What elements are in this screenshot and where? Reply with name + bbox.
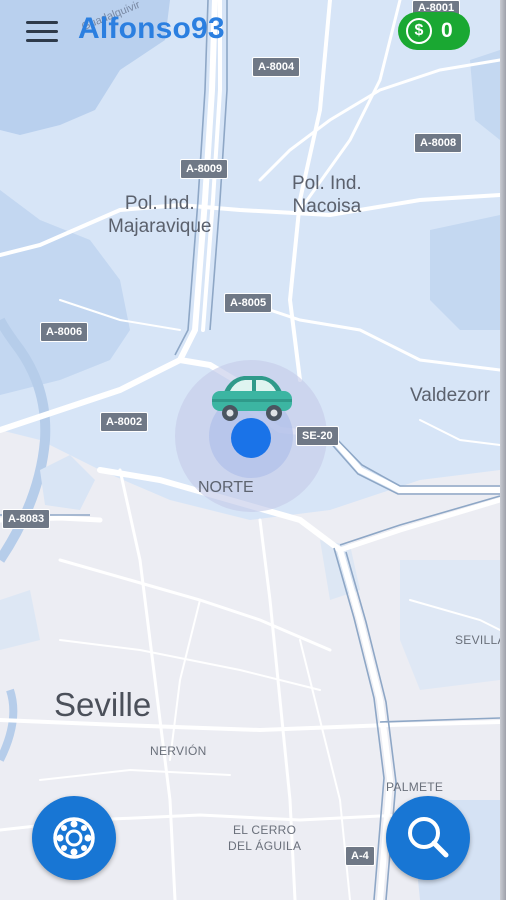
road-shield: A-8002 xyxy=(100,412,149,432)
steering-wheel-icon xyxy=(53,817,95,859)
area-label-valdezorras: Valdezorr xyxy=(410,385,490,406)
coin-balance-button[interactable]: $ 0 xyxy=(398,12,470,50)
road-shield: SE-20 xyxy=(296,426,339,446)
road-shield: A-8004 xyxy=(252,57,301,77)
search-icon xyxy=(408,817,449,858)
top-bar: Alfonso93 $ 0 xyxy=(0,0,500,60)
area-label-el-cerro: EL CERRO DEL ÁGUILA xyxy=(228,823,302,853)
area-label-nacoisa: Pol. Ind. Nacoisa xyxy=(292,173,362,217)
area-label-palmete: PALMETE xyxy=(386,780,444,794)
location-dot-icon xyxy=(231,418,271,458)
screen-edge-shadow xyxy=(500,0,506,900)
drive-fab-button[interactable] xyxy=(32,796,116,880)
road-shield: A-8005 xyxy=(224,293,273,313)
road-shield: A-4 xyxy=(345,846,375,866)
road-shield: A-8008 xyxy=(414,133,463,153)
road-shield: A-8083 xyxy=(2,509,51,529)
map-screen: Guadalquivir Pol. Ind. Majaravique Pol. … xyxy=(0,0,506,900)
city-label-seville: Seville xyxy=(54,686,152,723)
hamburger-menu-icon[interactable] xyxy=(26,18,60,46)
area-label-nervion: NERVIÓN xyxy=(150,744,207,758)
search-fab-button[interactable] xyxy=(386,796,470,880)
area-label-majaravique: Pol. Ind. Majaravique xyxy=(108,193,212,237)
coin-icon: $ xyxy=(406,18,432,44)
area-label-norte: NORTE xyxy=(198,479,254,496)
road-shield: A-8009 xyxy=(180,159,229,179)
road-shield: A-8006 xyxy=(40,322,89,342)
coin-count: 0 xyxy=(441,19,453,42)
area-label-sevilla-east: SEVILLA xyxy=(455,633,506,647)
username-title: Alfonso93 xyxy=(78,12,225,45)
